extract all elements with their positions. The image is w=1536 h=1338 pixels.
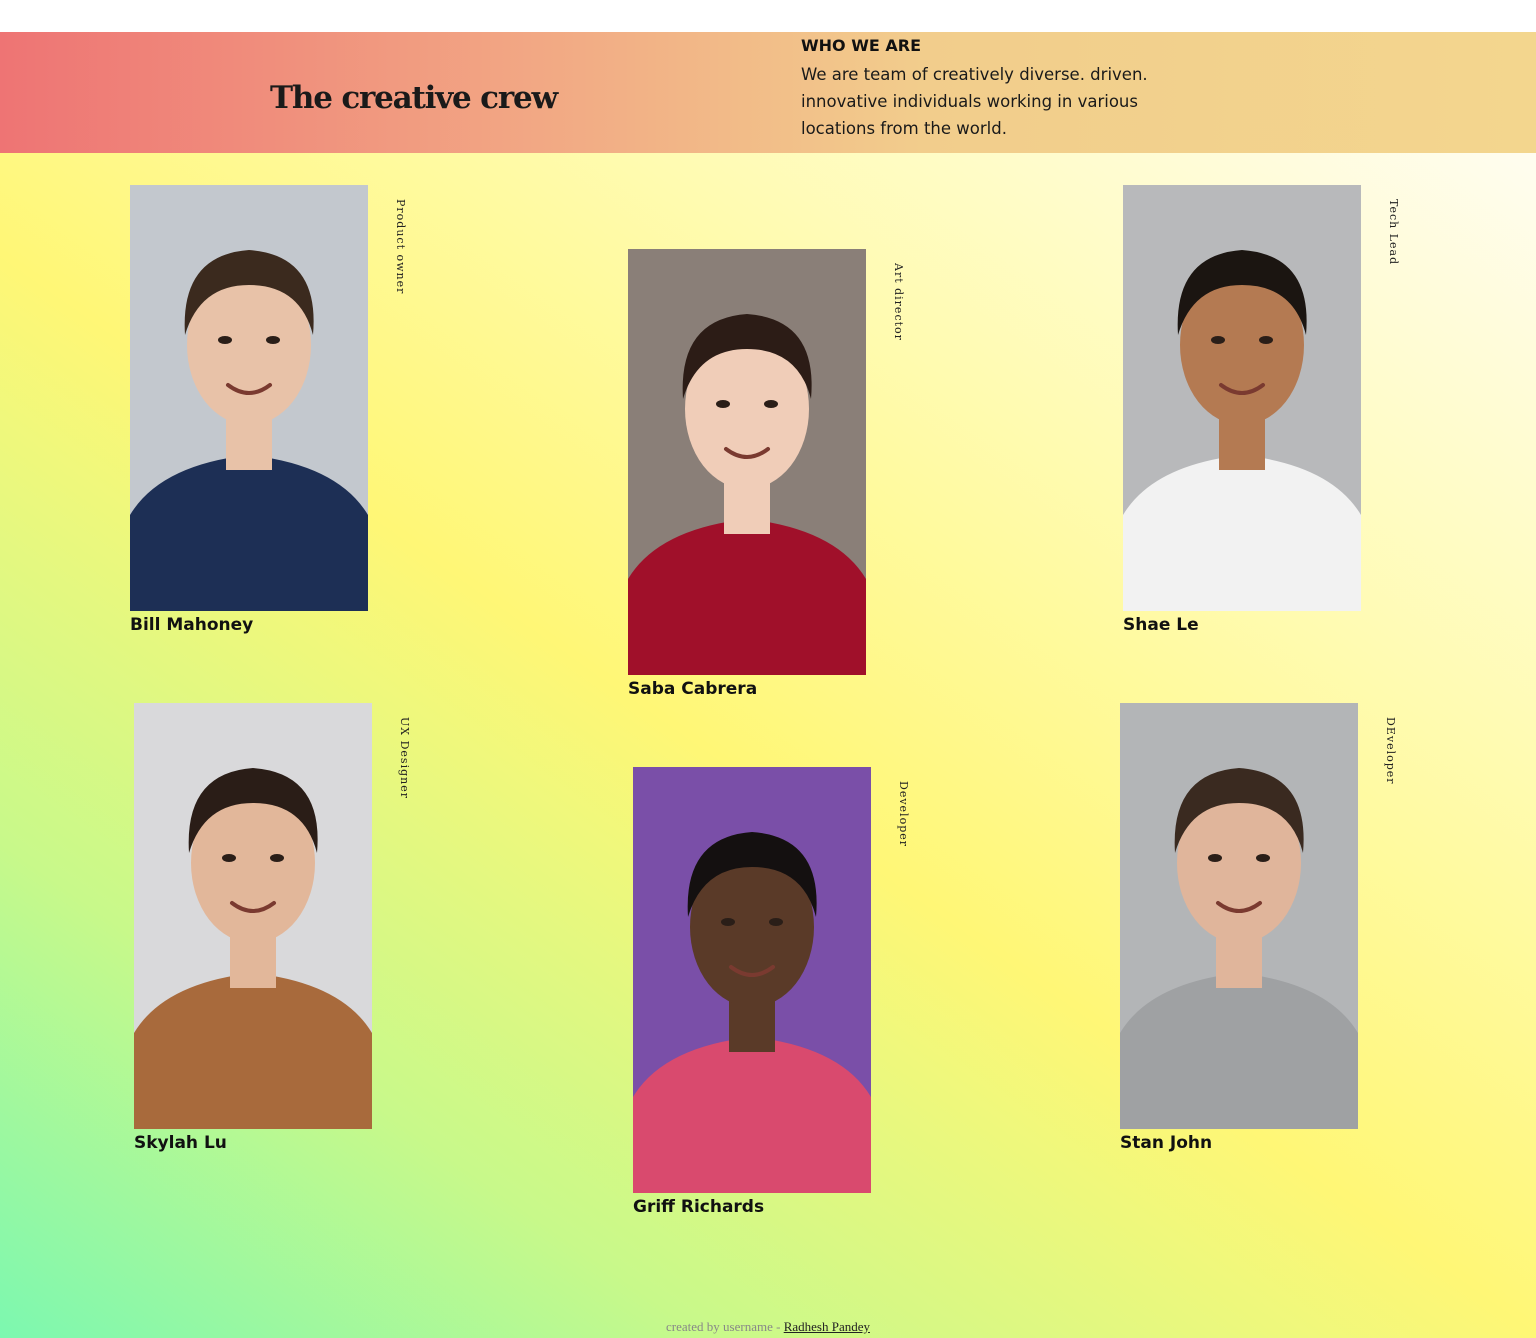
member-card: Stan John DEveloper [1120, 703, 1420, 1173]
portrait-left-eye [721, 918, 735, 926]
author-link[interactable]: Radhesh Pandey [784, 1319, 870, 1334]
portrait-illustration [1123, 185, 1361, 611]
portrait-left-eye [1208, 854, 1222, 862]
member-name: Griff Richards [633, 1197, 765, 1217]
member-name: Stan John [1120, 1133, 1213, 1153]
portrait-right-eye [1256, 854, 1270, 862]
member-name: Saba Cabrera [628, 679, 758, 699]
member-photo [1120, 703, 1358, 1129]
member-role: DEveloper [1384, 717, 1397, 785]
who-we-are-heading: WHO WE ARE [801, 36, 921, 55]
portrait-left-eye [218, 336, 232, 344]
portrait-right-eye [769, 918, 783, 926]
who-we-are-text: We are team of creatively diverse. drive… [801, 65, 1148, 138]
member-card: Shae Le Tech Lead [1123, 185, 1423, 655]
portrait-left-eye [1211, 336, 1225, 344]
member-name: Shae Le [1123, 615, 1199, 635]
member-role: Product owner [394, 199, 407, 295]
member-role: UX Designer [398, 717, 411, 799]
member-photo [134, 703, 372, 1129]
member-card: Griff Richards Developer [633, 767, 933, 1237]
footer-credit: created by username - Radhesh Pandey [0, 1319, 1536, 1335]
member-card: Bill Mahoney Product owner [130, 185, 430, 655]
member-card: Saba Cabrera Art director [628, 249, 928, 719]
portrait-left-eye [222, 854, 236, 862]
member-role: Art director [892, 263, 905, 341]
portrait-illustration [628, 249, 866, 675]
portrait-illustration [134, 703, 372, 1129]
portrait-right-eye [1259, 336, 1273, 344]
portrait-illustration [1120, 703, 1358, 1129]
page-title: The creative crew [270, 80, 558, 116]
portrait-illustration [130, 185, 368, 611]
member-name: Skylah Lu [134, 1133, 227, 1153]
portrait-right-eye [764, 400, 778, 408]
member-photo [130, 185, 368, 611]
member-photo [633, 767, 871, 1193]
portrait-illustration [633, 767, 871, 1193]
portrait-right-eye [266, 336, 280, 344]
member-role: Developer [897, 781, 910, 848]
portrait-left-eye [716, 400, 730, 408]
member-photo [1123, 185, 1361, 611]
header-banner [0, 32, 1536, 153]
footer-prefix: created by username - [666, 1319, 784, 1334]
member-name: Bill Mahoney [130, 615, 254, 635]
portrait-right-eye [270, 854, 284, 862]
member-photo [628, 249, 866, 675]
member-card: Skylah Lu UX Designer [134, 703, 434, 1173]
member-role: Tech Lead [1387, 199, 1400, 266]
